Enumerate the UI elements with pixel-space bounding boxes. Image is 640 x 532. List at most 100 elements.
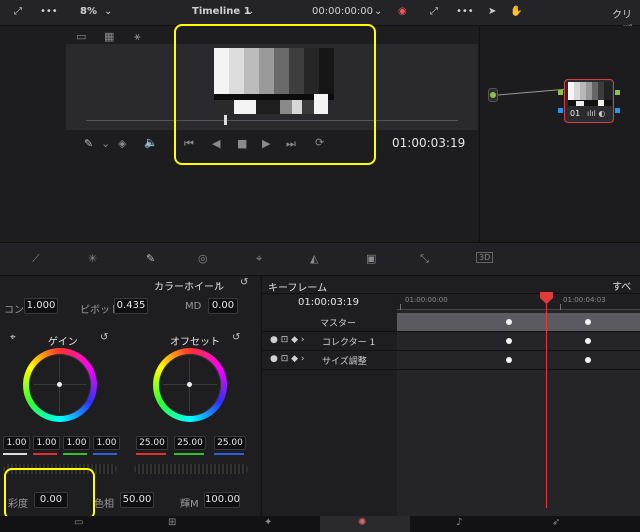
chevron-down-icon[interactable]: ⌄ (374, 6, 382, 17)
md-field[interactable]: 0.00 (208, 298, 238, 314)
keyframe-row-master[interactable]: マスター (262, 313, 640, 331)
grid-icon[interactable]: ▦ (104, 30, 114, 43)
reset-icon[interactable]: ↺ (240, 277, 248, 288)
gain-b-value[interactable]: 1.00 (93, 436, 120, 450)
color-page-icon: ✺ (358, 517, 367, 528)
node-output-port[interactable] (615, 90, 620, 95)
track-controls-icon[interactable]: ● ⊡ ◆ › (270, 354, 305, 364)
input-node[interactable] (488, 88, 498, 102)
keyframe-timecode: 01:00:03:19 (298, 297, 360, 308)
timeline-name[interactable]: Timeline 1 (192, 6, 251, 17)
expand-icon[interactable]: ⤢ (430, 6, 438, 17)
fusion-page-icon[interactable]: ✦ (264, 517, 272, 528)
3d-icon[interactable]: 3D (476, 252, 494, 263)
keyframe-row-sizing[interactable]: ● ⊡ ◆ › サイズ調整 (262, 351, 640, 369)
reset-icon[interactable]: ↺ (100, 332, 108, 343)
gain-g-value[interactable]: 1.00 (63, 436, 90, 450)
lum-mix-field[interactable]: 100.00 (204, 492, 240, 508)
channel-bar (174, 453, 204, 455)
edit-page-icon[interactable]: ▭ (74, 517, 83, 528)
expand-icon[interactable]: ⤢ (14, 6, 22, 17)
chevron-down-icon[interactable]: ⌄ (104, 6, 112, 17)
chevron-down-icon[interactable]: ⌄ (214, 277, 222, 288)
deliver-rocket-icon[interactable]: ➶ (552, 517, 560, 528)
track-label: マスター (320, 319, 357, 329)
md-label: MD (185, 301, 202, 312)
offset-jog-wheel[interactable] (134, 464, 248, 474)
more-options-icon[interactable]: ••• (456, 6, 474, 17)
keyframe-marker[interactable] (506, 319, 512, 325)
more-options-icon[interactable]: ••• (40, 6, 58, 17)
node-output-port[interactable] (615, 108, 620, 113)
offset-b-value[interactable]: 25.00 (214, 436, 246, 450)
split-view-icon[interactable]: ▭ (76, 30, 86, 43)
window-icon[interactable]: ◎ (198, 252, 208, 265)
channel-bar (136, 453, 166, 455)
gain-label: ゲイン (48, 337, 78, 348)
keyframe-marker[interactable] (506, 357, 512, 363)
contrast-label: コン (4, 305, 24, 316)
track-label: コレクター 1 (322, 338, 376, 348)
hand-icon[interactable]: ✋ (510, 6, 522, 17)
playhead-line[interactable] (546, 294, 547, 508)
music-note-icon[interactable]: ♪ (456, 517, 462, 528)
curves-icon[interactable]: ⟋ (32, 252, 40, 266)
keyframe-row-corrector[interactable]: ● ⊡ ◆ › コレクター 1 (262, 332, 640, 350)
eyedropper-icon[interactable]: ✎ (146, 252, 155, 265)
node-status-icons: ılıl ◐ (587, 109, 606, 118)
offset-wheel[interactable] (153, 348, 227, 422)
offset-r-value[interactable]: 25.00 (136, 436, 168, 450)
node-01[interactable]: 01 ılıl ◐ (564, 79, 614, 123)
reset-icon[interactable]: ↺ (232, 332, 240, 343)
hue-field[interactable]: 50.00 (120, 492, 154, 508)
crosshair-icon[interactable]: ⌖ (10, 332, 16, 343)
zoom-level[interactable]: 8% (80, 6, 97, 17)
chevron-down-icon[interactable]: ⌄ (101, 137, 110, 150)
pivot-field[interactable]: 0.435 (114, 298, 148, 314)
channel-bar (214, 453, 244, 455)
contrast-field[interactable]: 1.000 (24, 298, 58, 314)
keyframe-marker[interactable] (585, 338, 591, 344)
pointer-icon[interactable]: ➤ (488, 6, 496, 17)
offset-g-value[interactable]: 25.00 (174, 436, 206, 450)
channel-bar (3, 453, 27, 455)
gain-wheel[interactable] (23, 348, 97, 422)
viewer-timecode: 01:00:03:19 (392, 136, 466, 150)
highlight-viewer (174, 24, 376, 165)
chevron-down-icon[interactable]: ⌄ (246, 6, 254, 17)
tracker-icon[interactable]: ⌖ (256, 252, 262, 266)
qualifier-icon[interactable]: ✳ (88, 252, 97, 265)
eyedropper-icon[interactable]: ✎ (84, 137, 93, 150)
keyframe-marker[interactable] (506, 338, 512, 344)
fairlight-mixer-icon[interactable]: ⊞ (168, 517, 176, 528)
playhead-marker[interactable] (540, 292, 553, 304)
node-thumbnail (568, 82, 612, 106)
speaker-icon[interactable]: 🔈 (144, 136, 158, 149)
layers-icon[interactable]: ◈ (118, 137, 126, 150)
node-input-port[interactable] (558, 108, 563, 113)
highlight-saturation (4, 468, 95, 520)
track-label: サイズ調整 (322, 357, 367, 367)
keyframe-marker[interactable] (585, 357, 591, 363)
blur-icon[interactable]: ◭ (310, 252, 318, 265)
color-picker-icon[interactable]: ◉ (398, 6, 407, 17)
keyframe-title: キーフレーム (268, 283, 328, 294)
hue-label: 色相 (94, 499, 114, 510)
gain-y-value[interactable]: 1.00 (3, 436, 30, 450)
tool-icon-strip: ⟋ ✳ ✎ ◎ ⌖ ◭ ▣ ⤡ 3D (0, 242, 640, 276)
keyframe-ruler[interactable]: 01:00:00:00 01:00:04:03 (397, 294, 640, 310)
channel-bar (93, 453, 117, 455)
page-tab-bar: ▭ ⊞ ✦ ✺ ♪ ➶ (0, 516, 640, 532)
node-editor: 01 ılıl ◐ (479, 26, 640, 242)
magic-wand-icon[interactable]: ⚹ (134, 30, 141, 44)
gain-r-value[interactable]: 1.00 (33, 436, 60, 450)
sizing-icon[interactable]: ⤡ (420, 252, 429, 266)
offset-label: オフセット (170, 337, 220, 348)
color-page-tab[interactable]: ✺ (320, 516, 410, 532)
keyframe-panel: キーフレーム すべて 01:00:03:19 01:00:00:00 01:00… (261, 276, 640, 516)
divider (262, 331, 640, 332)
keyframe-marker[interactable] (585, 319, 591, 325)
track-controls-icon[interactable]: ● ⊡ ◆ › (270, 335, 305, 345)
node-input-port[interactable] (558, 90, 563, 95)
key-icon[interactable]: ▣ (366, 252, 376, 265)
